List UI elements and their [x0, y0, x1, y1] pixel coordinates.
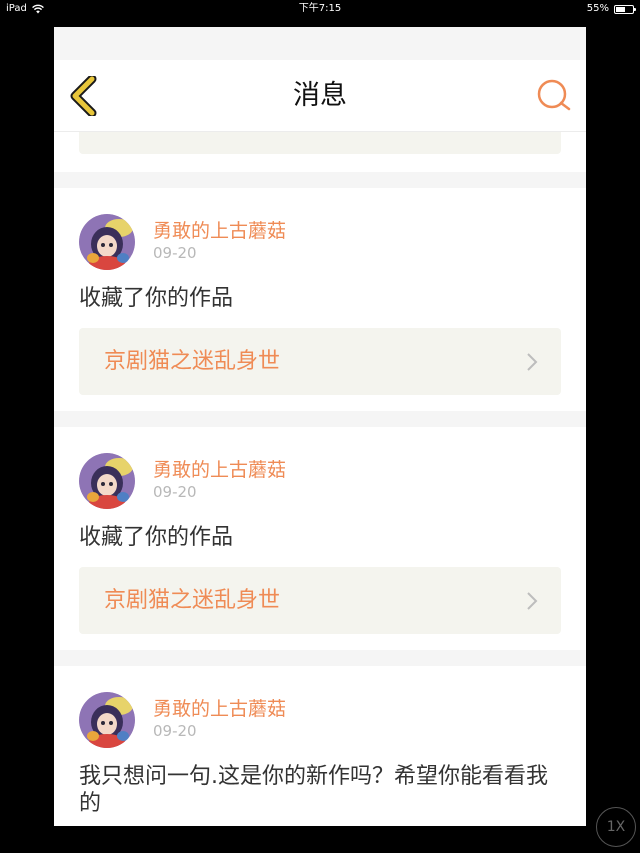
- work-title: 京剧猫之迷乱身世: [104, 588, 281, 613]
- battery-fill: [616, 6, 625, 12]
- avatar-image: [79, 214, 135, 270]
- chevron-right-icon: [527, 353, 538, 371]
- work-link[interactable]: 京剧猫之迷乱身世: [79, 567, 561, 634]
- message-header: 勇敢的上古蘑菇 09-20: [79, 692, 561, 750]
- message-text: 我只想问一句.这是你的新作吗？希望你能看看我的: [79, 764, 548, 816]
- message-header: 勇敢的上古蘑菇 09-20: [79, 214, 561, 272]
- status-right: 55%: [586, 0, 636, 18]
- message-date: 09-20: [153, 722, 197, 740]
- search-button[interactable]: [536, 78, 572, 114]
- navigation-bar: 消息: [54, 60, 586, 132]
- message-date: 09-20: [153, 244, 197, 262]
- chevron-right-icon: [527, 592, 538, 610]
- work-link[interactable]: 京剧猫之迷乱身世: [79, 328, 561, 395]
- work-title: 京剧猫之迷乱身世: [104, 349, 281, 374]
- message-card: 勇敢的上古蘑菇 09-20 收藏了你的作品 京剧猫之迷乱身世: [54, 427, 586, 650]
- battery-icon: [614, 4, 636, 14]
- battery-percent: 55%: [586, 3, 609, 14]
- user-meta: 勇敢的上古蘑菇 09-20: [153, 692, 286, 741]
- username[interactable]: 勇敢的上古蘑菇: [153, 458, 286, 482]
- app-window: 消息 勇敢的上古蘑菇 09-20 收藏了你的作品 京剧猫之迷乱身世 勇敢的上古蘑…: [54, 27, 586, 826]
- user-meta: 勇敢的上古蘑菇 09-20: [153, 214, 286, 263]
- username[interactable]: 勇敢的上古蘑菇: [153, 697, 286, 721]
- username[interactable]: 勇敢的上古蘑菇: [153, 219, 286, 243]
- work-link-partial[interactable]: [79, 132, 561, 154]
- message-text: 收藏了你的作品: [79, 286, 234, 311]
- message-card: 勇敢的上古蘑菇 09-20 收藏了你的作品 京剧猫之迷乱身世: [54, 188, 586, 411]
- user-meta: 勇敢的上古蘑菇 09-20: [153, 453, 286, 502]
- search-icon: [537, 79, 571, 111]
- message-text: 收藏了你的作品: [79, 525, 234, 550]
- message-card-partial: [54, 132, 586, 172]
- message-list: 勇敢的上古蘑菇 09-20 收藏了你的作品 京剧猫之迷乱身世 勇敢的上古蘑菇 0…: [54, 132, 586, 826]
- message-header: 勇敢的上古蘑菇 09-20: [79, 453, 561, 511]
- avatar-image: [79, 692, 135, 748]
- avatar-image: [79, 453, 135, 509]
- zoom-button[interactable]: 1X: [596, 807, 636, 847]
- status-bar: iPad 下午7:15 55%: [0, 0, 640, 18]
- message-date: 09-20: [153, 483, 197, 501]
- page-title: 消息: [293, 80, 347, 111]
- avatar[interactable]: [79, 692, 135, 748]
- avatar[interactable]: [79, 453, 135, 509]
- status-time: 下午7:15: [298, 3, 342, 14]
- message-card: 勇敢的上古蘑菇 09-20 我只想问一句.这是你的新作吗？希望你能看看我的: [54, 666, 586, 826]
- avatar[interactable]: [79, 214, 135, 270]
